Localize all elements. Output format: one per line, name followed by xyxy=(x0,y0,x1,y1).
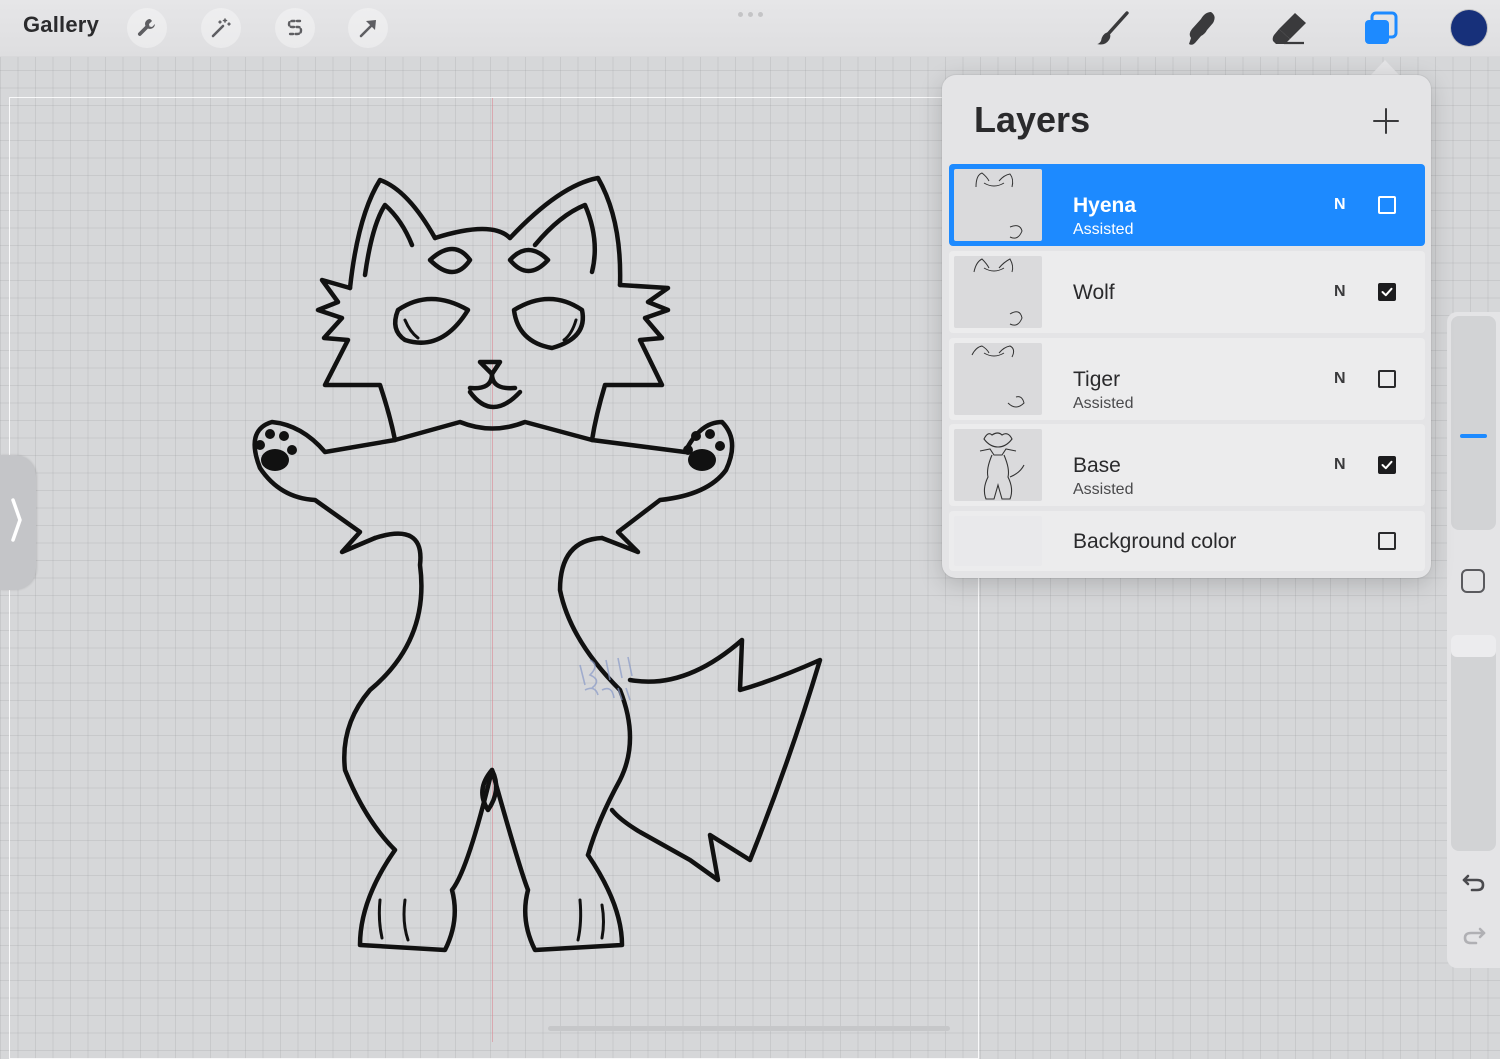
layer-subtitle: Assisted xyxy=(1073,395,1134,412)
layer-thumbnail xyxy=(954,429,1042,501)
layer-thumbnail xyxy=(954,343,1042,415)
magic-wand-icon[interactable] xyxy=(201,8,241,48)
blend-mode-button[interactable]: N xyxy=(1334,283,1346,301)
background-color-swatch xyxy=(954,516,1042,566)
transform-arrow-icon[interactable] xyxy=(348,8,388,48)
visibility-checkbox[interactable] xyxy=(1378,196,1396,214)
opacity-slider[interactable] xyxy=(1451,636,1496,851)
panel-pointer xyxy=(1370,60,1400,76)
brush-icon[interactable] xyxy=(1093,8,1133,48)
plus-icon xyxy=(1373,108,1399,134)
checkmark-icon xyxy=(1381,287,1393,297)
selection-s-icon[interactable] xyxy=(275,8,315,48)
visibility-checkbox[interactable] xyxy=(1378,283,1396,301)
opacity-knob[interactable] xyxy=(1451,635,1496,657)
checkmark-icon xyxy=(1381,460,1393,470)
brush-size-slider[interactable] xyxy=(1451,316,1496,530)
layer-name: Wolf xyxy=(1073,281,1115,304)
redo-icon[interactable] xyxy=(1459,920,1489,950)
modify-button[interactable] xyxy=(1461,569,1485,593)
layer-row-base[interactable]: Base Assisted N xyxy=(949,424,1425,506)
sidebar-toggle[interactable] xyxy=(0,455,36,590)
layer-row-hyena[interactable]: Hyena Assisted N xyxy=(949,164,1425,246)
gallery-button[interactable]: Gallery xyxy=(23,12,99,38)
brush-size-knob[interactable] xyxy=(1460,434,1487,438)
smudge-icon[interactable] xyxy=(1181,8,1221,48)
visibility-checkbox[interactable] xyxy=(1378,456,1396,474)
layer-row-background-color[interactable]: Background color xyxy=(949,511,1425,571)
wrench-icon[interactable] xyxy=(127,8,167,48)
blend-mode-button[interactable]: N xyxy=(1334,196,1346,214)
layer-name: Tiger xyxy=(1073,368,1121,391)
drag-handle[interactable] xyxy=(738,12,763,17)
layer-row-tiger[interactable]: Tiger Assisted N xyxy=(949,338,1425,420)
layer-thumbnail xyxy=(954,256,1042,328)
layers-icon[interactable] xyxy=(1360,8,1400,48)
blend-mode-button[interactable]: N xyxy=(1334,456,1346,474)
layer-name: Base xyxy=(1073,454,1121,477)
color-swatch-button[interactable] xyxy=(1451,10,1487,46)
layer-subtitle: Assisted xyxy=(1073,481,1134,498)
blend-mode-button[interactable]: N xyxy=(1334,370,1346,388)
home-indicator xyxy=(548,1026,950,1031)
canvas-drawing xyxy=(252,175,823,953)
top-toolbar: Gallery xyxy=(0,0,1500,57)
add-layer-button[interactable] xyxy=(1372,107,1400,135)
layers-panel: Layers Hyena Assisted N Wolf N Tiger Ass… xyxy=(942,75,1431,578)
eraser-icon[interactable] xyxy=(1270,8,1310,48)
undo-icon[interactable] xyxy=(1459,867,1489,897)
layer-name: Background color xyxy=(1073,530,1237,553)
layer-name: Hyena xyxy=(1073,194,1137,217)
layer-row-wolf[interactable]: Wolf N xyxy=(949,251,1425,333)
layer-thumbnail xyxy=(954,169,1042,241)
layer-subtitle: Assisted xyxy=(1073,221,1134,238)
visibility-checkbox[interactable] xyxy=(1378,532,1396,550)
panel-title: Layers xyxy=(974,99,1091,140)
visibility-checkbox[interactable] xyxy=(1378,370,1396,388)
